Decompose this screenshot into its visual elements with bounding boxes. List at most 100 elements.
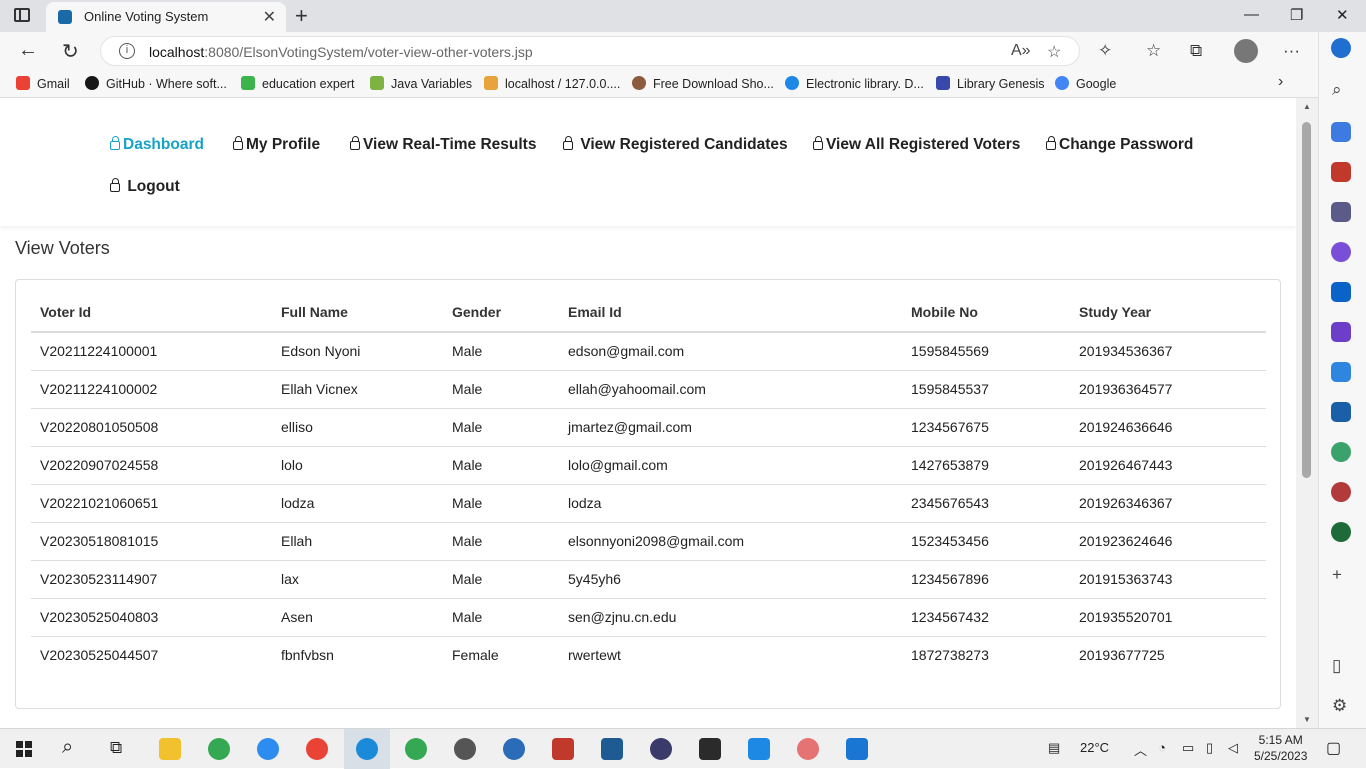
nav-registered-candidates[interactable]: View Registered Candidates bbox=[563, 136, 788, 154]
browser-tab[interactable]: Online Voting System ✕ bbox=[46, 2, 286, 32]
university-icon[interactable] bbox=[1331, 482, 1351, 502]
c-app-icon[interactable] bbox=[1331, 522, 1351, 542]
bookmark-library-genesis[interactable]: Library Genesis bbox=[936, 76, 1045, 91]
obs-icon[interactable] bbox=[454, 738, 476, 760]
devices-icon[interactable]: ▯ bbox=[1206, 740, 1213, 756]
bookmark-free-download[interactable]: Free Download Sho... bbox=[632, 76, 774, 91]
nav-change-password[interactable]: Change Password bbox=[1046, 136, 1193, 154]
more-bookmarks-icon[interactable]: › bbox=[1278, 73, 1283, 91]
telegram-icon[interactable] bbox=[1331, 362, 1351, 382]
scroll-up-icon[interactable]: ▲ bbox=[1303, 102, 1311, 111]
back-icon[interactable]: ← bbox=[18, 39, 38, 62]
github-icon bbox=[85, 76, 99, 90]
education-expert-icon bbox=[241, 76, 255, 90]
bookmark-github[interactable]: GitHub · Where soft... bbox=[85, 76, 227, 91]
nav-logout[interactable]: Logout bbox=[110, 178, 180, 196]
photos-icon[interactable] bbox=[846, 738, 868, 760]
outlook-icon[interactable] bbox=[1331, 282, 1351, 302]
extensions-icon[interactable]: ✧ bbox=[1098, 41, 1112, 61]
bookmark-electronic-library[interactable]: Electronic library. D... bbox=[785, 76, 924, 91]
task-view-icon[interactable]: ⧉ bbox=[110, 738, 122, 758]
scroll-down-icon[interactable]: ▼ bbox=[1303, 715, 1311, 724]
tab-actions-icon[interactable] bbox=[14, 8, 30, 22]
email-cell: lolo@gmail.com bbox=[559, 446, 902, 485]
favorites-icon[interactable]: ☆ bbox=[1146, 41, 1161, 61]
profile-avatar[interactable] bbox=[1234, 39, 1258, 63]
lock-icon bbox=[110, 136, 120, 150]
mobile-cell: 2345676543 bbox=[902, 484, 1070, 523]
add-sidebar-app-icon[interactable]: + bbox=[1332, 565, 1342, 585]
new-tab-icon[interactable]: + bbox=[295, 3, 308, 29]
google-icon bbox=[1055, 76, 1069, 90]
network-icon[interactable]: ◔ bbox=[1158, 740, 1166, 755]
chrome-icon-2[interactable] bbox=[405, 738, 427, 760]
bookmark-education-expert[interactable]: education expert bbox=[241, 76, 354, 91]
edge-icon[interactable] bbox=[356, 738, 378, 760]
address-bar[interactable]: i localhost:8080/ElsonVotingSystem/voter… bbox=[100, 36, 1080, 66]
search-icon[interactable]: ⌕ bbox=[1332, 80, 1342, 100]
more-menu-icon[interactable]: ··· bbox=[1283, 41, 1300, 61]
start-icon[interactable] bbox=[16, 741, 32, 757]
gender-cell: Male bbox=[443, 598, 559, 637]
add-favorite-icon[interactable]: ☆ bbox=[1047, 42, 1061, 62]
close-window-icon[interactable]: ✕ bbox=[1336, 6, 1349, 24]
bing-chat-icon[interactable] bbox=[1331, 38, 1351, 58]
chrome-icon[interactable] bbox=[208, 738, 230, 760]
microsoft365-icon[interactable] bbox=[1331, 242, 1351, 262]
clock-time: 5:15 AM bbox=[1258, 733, 1303, 747]
refresh-icon[interactable]: ↻ bbox=[62, 39, 79, 64]
nav-my-profile[interactable]: My Profile bbox=[233, 136, 320, 154]
nav-dashboard[interactable]: Dashboard bbox=[110, 136, 204, 154]
libgen-icon bbox=[936, 76, 950, 90]
site-favicon-icon bbox=[58, 10, 72, 24]
nav-real-time-results[interactable]: View Real-Time Results bbox=[350, 136, 536, 154]
study-year-cell: 201935520701 bbox=[1070, 598, 1266, 637]
close-tab-icon[interactable]: ✕ bbox=[263, 7, 276, 27]
mysql-workbench-icon[interactable] bbox=[601, 738, 623, 760]
temperature[interactable]: 22°C bbox=[1080, 740, 1109, 755]
app-icon-4[interactable] bbox=[748, 738, 770, 760]
search-icon[interactable]: ⌕ bbox=[62, 736, 73, 759]
app-icon-2[interactable] bbox=[503, 738, 525, 760]
drop-icon[interactable] bbox=[1331, 322, 1351, 342]
sidebar-settings-icon[interactable]: ⚙ bbox=[1332, 696, 1347, 716]
tray-chevron-icon[interactable]: ︿ bbox=[1134, 740, 1147, 759]
restore-icon[interactable]: ❐ bbox=[1290, 6, 1303, 24]
collections-icon[interactable]: ⧉ bbox=[1190, 41, 1202, 61]
lock-icon bbox=[110, 178, 120, 192]
app-icon-5[interactable] bbox=[797, 738, 819, 760]
battery-icon[interactable]: ▭ bbox=[1182, 740, 1194, 756]
app-icon[interactable] bbox=[257, 738, 279, 760]
vgms-icon[interactable] bbox=[1331, 402, 1351, 422]
nav-registered-voters[interactable]: View All Registered Voters bbox=[813, 136, 1020, 154]
minimize-icon[interactable]: — bbox=[1244, 6, 1259, 23]
table-header-row: Voter Id Full Name Gender Email Id Mobil… bbox=[31, 292, 1266, 333]
bookmark-java-variables[interactable]: Java Variables bbox=[370, 76, 472, 91]
scroll-thumb[interactable] bbox=[1302, 122, 1311, 478]
voter-id-cell: V20230523114907 bbox=[31, 560, 272, 599]
page-scrollbar[interactable]: ▲ ▼ bbox=[1296, 98, 1318, 728]
app-icon[interactable] bbox=[1331, 442, 1351, 462]
bookmark-gmail[interactable]: Gmail bbox=[16, 76, 70, 91]
app-icon-3[interactable] bbox=[552, 738, 574, 760]
email-cell: lodza bbox=[559, 484, 902, 523]
chrome-profile-icon[interactable] bbox=[306, 738, 328, 760]
url-text[interactable]: localhost:8080/ElsonVotingSystem/voter-v… bbox=[149, 44, 533, 60]
terminal-icon[interactable] bbox=[699, 738, 721, 760]
shopping-icon[interactable] bbox=[1331, 122, 1351, 142]
voter-id-cell: V20211224100001 bbox=[31, 332, 272, 371]
eclipse-icon[interactable] bbox=[650, 738, 672, 760]
games-icon[interactable] bbox=[1331, 202, 1351, 222]
file-explorer-icon[interactable] bbox=[159, 738, 181, 760]
tools-icon[interactable] bbox=[1331, 162, 1351, 182]
site-info-icon[interactable]: i bbox=[119, 43, 135, 59]
notifications-icon[interactable]: ▢ bbox=[1326, 738, 1341, 758]
hide-sidebar-icon[interactable]: ▯ bbox=[1332, 656, 1341, 676]
gender-cell: Male bbox=[443, 408, 559, 447]
system-clock[interactable]: 5:15 AM 5/25/2023 bbox=[1254, 732, 1307, 764]
bookmark-localhost[interactable]: localhost / 127.0.0.... bbox=[484, 76, 620, 91]
volume-icon[interactable]: ◁ bbox=[1228, 740, 1238, 756]
weather-icon[interactable]: ▤ bbox=[1048, 740, 1060, 756]
bookmark-google[interactable]: Google bbox=[1055, 76, 1116, 91]
read-aloud-icon[interactable]: A» bbox=[1011, 42, 1031, 60]
